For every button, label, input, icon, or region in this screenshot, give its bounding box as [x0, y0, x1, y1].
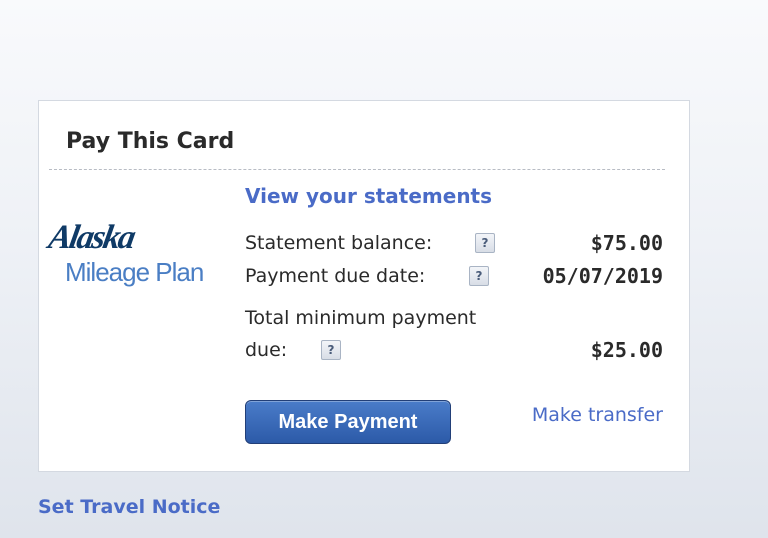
help-icon[interactable]: ? — [475, 233, 495, 253]
set-travel-notice-link[interactable]: Set Travel Notice — [38, 496, 220, 518]
card-title: Pay This Card — [66, 129, 235, 154]
minimum-payment-label-line2: due: — [245, 339, 288, 361]
help-icon[interactable]: ? — [469, 266, 489, 286]
alaska-mileage-plan-logo: Alaska Mileage Plan — [45, 219, 229, 289]
minimum-payment-value: $25.00 — [590, 338, 663, 362]
statement-balance-value: $75.00 — [590, 231, 663, 255]
help-icon[interactable]: ? — [321, 340, 341, 360]
logo-mileage-plan-text: Mileage Plan — [65, 257, 204, 287]
payment-due-date-value: 05/07/2019 — [542, 264, 663, 288]
payment-due-date-label: Payment due date: — [245, 265, 426, 287]
make-payment-button[interactable]: Make Payment — [245, 400, 451, 444]
logo-alaska-text: Alaska — [45, 219, 137, 256]
view-statements-link[interactable]: View your statements — [245, 184, 492, 208]
dashed-divider — [49, 169, 665, 170]
make-transfer-link[interactable]: Make transfer — [532, 404, 663, 426]
minimum-payment-label-line1: Total minimum payment — [245, 307, 477, 329]
pay-card-panel: Pay This Card Alaska Mileage Plan View y… — [38, 100, 690, 472]
statement-balance-label: Statement balance: — [245, 232, 433, 254]
